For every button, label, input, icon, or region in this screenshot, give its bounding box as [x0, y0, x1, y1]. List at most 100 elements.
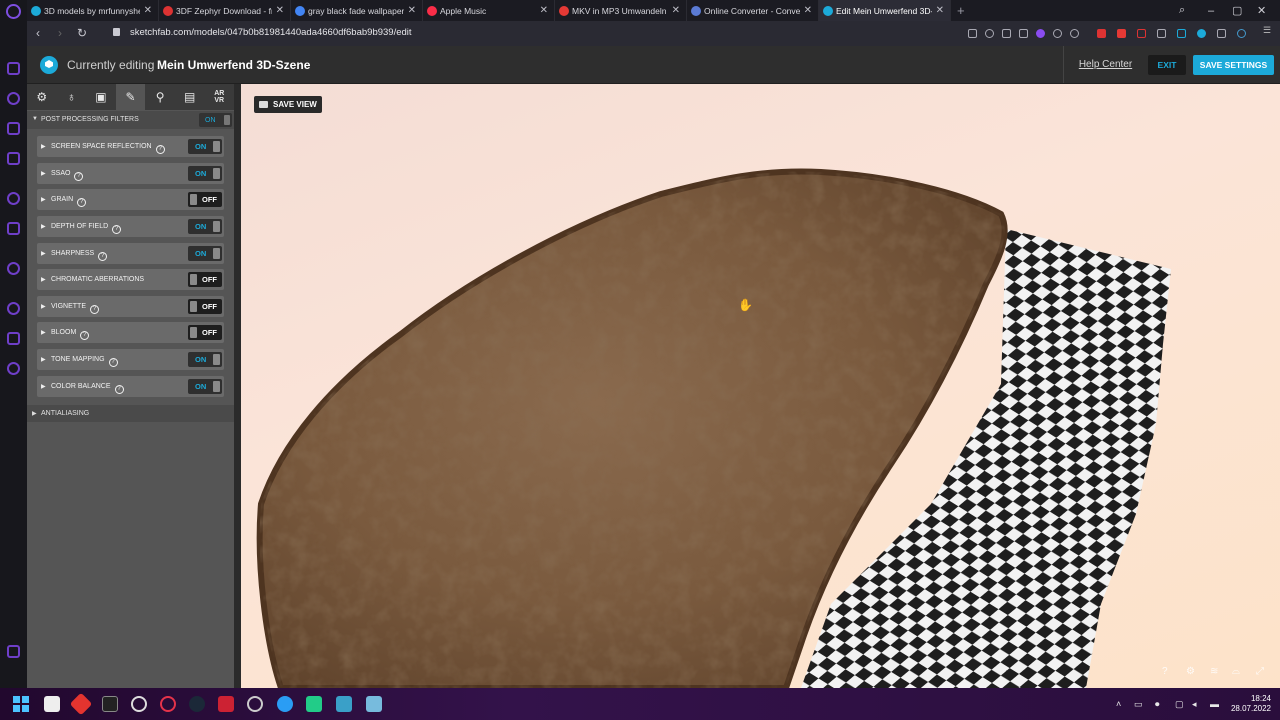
- help-icon[interactable]: ?: [1162, 666, 1168, 677]
- help-center-link[interactable]: Help Center: [1063, 46, 1147, 83]
- browser-tab[interactable]: Apple Music ✕: [423, 0, 555, 21]
- sharpness-toggle[interactable]: ON: [188, 246, 222, 261]
- filter-color-balance[interactable]: ▶ COLOR BALANCE? ON: [37, 376, 224, 397]
- filter-bloom[interactable]: ▶ BLOOM? OFF: [37, 322, 224, 343]
- panel-scrollbar[interactable]: [234, 84, 241, 688]
- close-icon[interactable]: ✕: [672, 5, 680, 16]
- url-field[interactable]: sketchfab.com/models/047b0b81981440ada46…: [130, 27, 412, 38]
- speedometer-icon[interactable]: [131, 696, 147, 712]
- grain-toggle[interactable]: OFF: [188, 192, 222, 207]
- menu-icon[interactable]: ☰: [1263, 25, 1272, 35]
- maximize-icon[interactable]: ▢: [1232, 0, 1242, 21]
- filter-screen-space-reflection[interactable]: ▶ SCREEN SPACE REFLECTION? ON: [37, 136, 224, 157]
- help-icon[interactable]: ?: [90, 305, 100, 314]
- bloom-toggle[interactable]: OFF: [188, 325, 222, 340]
- vpn-icon[interactable]: [985, 29, 994, 38]
- search-tabs-icon[interactable]: ⌕: [1179, 0, 1185, 21]
- close-icon[interactable]: ✕: [804, 5, 812, 16]
- filter-tone-mapping[interactable]: ▶ TONE MAPPING? ON: [37, 349, 224, 370]
- sidebar-icon[interactable]: [7, 62, 20, 75]
- tab-lighting[interactable]: ♁: [57, 84, 87, 110]
- screen-space-reflection-toggle[interactable]: ON: [188, 139, 222, 154]
- opera-gx-icon[interactable]: [160, 696, 176, 712]
- tab-annotations[interactable]: ⚲: [145, 84, 175, 110]
- volume-icon[interactable]: ◂: [1192, 699, 1197, 710]
- exit-button[interactable]: EXIT: [1148, 55, 1186, 75]
- fullscreen-icon[interactable]: ⤢: [1256, 666, 1264, 677]
- browser-tab[interactable]: 3DF Zephyr Download - fre ✕: [159, 0, 291, 21]
- sidebar-icon[interactable]: [7, 645, 20, 658]
- extensions-icon[interactable]: [1217, 29, 1226, 38]
- sidebar-icon[interactable]: [7, 332, 20, 345]
- sketchfab-logo-icon[interactable]: [40, 56, 58, 74]
- gear-icon[interactable]: ⚙: [1186, 666, 1195, 677]
- messenger-icon[interactable]: [7, 192, 20, 205]
- play-icon[interactable]: [1053, 29, 1062, 38]
- app-icon[interactable]: [218, 696, 234, 712]
- post-processing-section-header[interactable]: ▼ POST PROCESSING FILTERS ON: [27, 111, 234, 129]
- browser-tab[interactable]: 3D models by mrfunnyshe ✕: [27, 0, 159, 21]
- help-icon[interactable]: ?: [112, 225, 122, 234]
- help-icon[interactable]: ?: [114, 385, 124, 394]
- browser-tab[interactable]: gray black fade wallpaper ✕: [291, 0, 423, 21]
- filter-vignette[interactable]: ▶ VIGNETTE? OFF: [37, 296, 224, 317]
- close-icon[interactable]: ✕: [936, 5, 944, 16]
- browser-tab-active[interactable]: Edit Mein Umwerfend 3D-S ✕: [819, 0, 951, 21]
- browser-tab[interactable]: Online Converter - Conver ✕: [687, 0, 819, 21]
- sidebar-icon[interactable]: [7, 122, 20, 135]
- extension-icon[interactable]: [1097, 29, 1106, 38]
- save-settings-button[interactable]: SAVE SETTINGS: [1193, 55, 1274, 75]
- notepad-icon[interactable]: [366, 696, 382, 712]
- chevron-up-icon[interactable]: ˄: [1116, 699, 1121, 709]
- heart-icon[interactable]: [1070, 29, 1079, 38]
- sidebar-icon[interactable]: [7, 152, 20, 165]
- system-clock[interactable]: 18:24 28.07.2022: [1227, 694, 1271, 714]
- filter-grain[interactable]: ▶ GRAIN? OFF: [37, 189, 224, 210]
- ssao-toggle[interactable]: ON: [188, 166, 222, 181]
- tab-materials[interactable]: ▣: [86, 84, 116, 110]
- chromatic-aberrations-toggle[interactable]: OFF: [188, 272, 222, 287]
- tab-settings[interactable]: ⚙: [27, 84, 57, 110]
- share-icon[interactable]: [1002, 29, 1011, 38]
- filter-sharpness[interactable]: ▶ SHARPNESS? ON: [37, 243, 224, 264]
- layers-icon[interactable]: ≋: [1210, 666, 1218, 677]
- tone-mapping-toggle[interactable]: ON: [188, 352, 222, 367]
- app-icon[interactable]: [69, 692, 93, 716]
- tab-ar-vr[interactable]: AR VR: [204, 84, 234, 110]
- close-icon[interactable]: ✕: [540, 5, 548, 16]
- extension-icon[interactable]: [1117, 29, 1126, 38]
- filter-ssao[interactable]: ▶ SSAO? ON: [37, 163, 224, 184]
- extension-icon[interactable]: [1197, 29, 1206, 38]
- vr-headset-icon[interactable]: ⌓: [1232, 666, 1240, 677]
- battery-icon[interactable]: ▬: [1210, 699, 1219, 709]
- steam-icon[interactable]: [189, 696, 205, 712]
- filter-depth-of-field[interactable]: ▶ DEPTH OF FIELD? ON: [37, 216, 224, 237]
- close-window-icon[interactable]: ✕: [1257, 0, 1266, 21]
- tab-post-processing[interactable]: ✎: [115, 84, 146, 110]
- vignette-toggle[interactable]: OFF: [188, 299, 222, 314]
- profile-icon[interactable]: [1237, 29, 1246, 38]
- help-icon[interactable]: ?: [80, 331, 90, 340]
- close-icon[interactable]: ✕: [408, 5, 416, 16]
- help-icon[interactable]: ?: [155, 145, 165, 154]
- new-tab-button[interactable]: +: [951, 0, 971, 21]
- settings-icon[interactable]: [7, 362, 20, 375]
- app-icon[interactable]: [247, 696, 263, 712]
- app-icon[interactable]: [306, 696, 322, 712]
- sidebar-icon[interactable]: [7, 92, 20, 105]
- close-icon[interactable]: ✕: [144, 5, 152, 16]
- history-icon[interactable]: [7, 302, 20, 315]
- epic-games-icon[interactable]: [102, 696, 118, 712]
- minimize-icon[interactable]: –: [1208, 0, 1214, 21]
- microphone-icon[interactable]: ⏺: [1155, 699, 1160, 710]
- file-icon[interactable]: [44, 696, 60, 712]
- snapshot-icon[interactable]: [968, 29, 977, 38]
- extension-icon[interactable]: [1177, 29, 1186, 38]
- opera-logo-icon[interactable]: [6, 4, 21, 19]
- 3d-viewport[interactable]: ✋ SAVE VIEW ? ⚙ ≋ ⌓ ⤢: [241, 84, 1280, 688]
- keyboard-icon[interactable]: ▭: [1134, 699, 1143, 710]
- back-icon[interactable]: ‹: [36, 26, 40, 40]
- browser-tab[interactable]: MKV in MP3 Umwandeln (f ✕: [555, 0, 687, 21]
- save-view-button[interactable]: SAVE VIEW: [254, 96, 322, 113]
- extension-icon[interactable]: [1157, 29, 1166, 38]
